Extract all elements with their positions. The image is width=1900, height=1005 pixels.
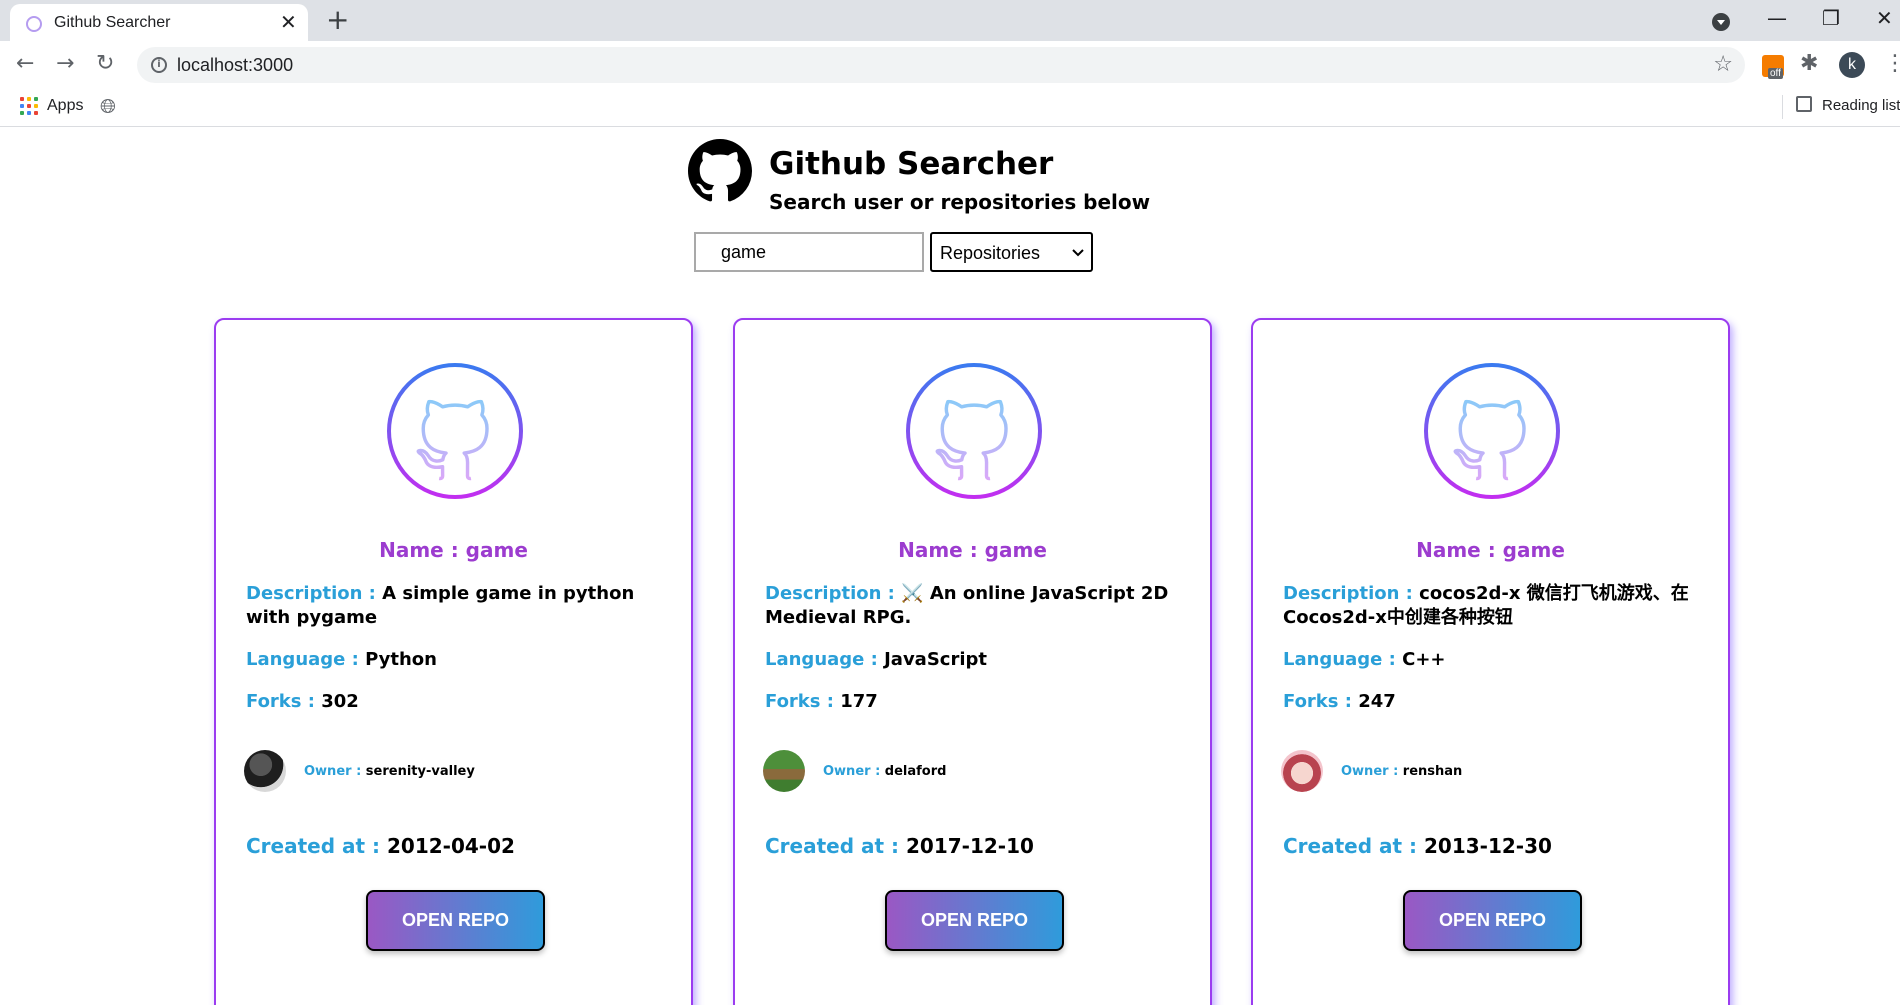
reload-icon[interactable]: ↻ [96,51,114,76]
browser-menu-icon[interactable]: ⋮ [1884,51,1900,76]
repo-forks: Forks : 247 [1283,691,1396,712]
search-type-value: Repositories [940,243,1041,263]
chevron-down-icon [1072,249,1084,257]
repo-owner: Owner : renshan [1341,764,1463,779]
repo-name: Name : game [379,538,528,562]
extensions-puzzle-icon[interactable]: ✱ [1800,51,1818,76]
repo-language: Language : C++ [1283,649,1446,670]
repo-description: Description : ⚔️ An online JavaScript 2D… [765,583,1169,628]
forward-icon[interactable]: → [56,51,74,76]
close-window-icon[interactable]: ✕ [1876,6,1893,30]
tab-title: Github Searcher [54,14,171,31]
repo-created: Created at : 2012-04-02 [246,834,515,858]
owner-avatar [763,750,805,792]
minimize-icon[interactable]: — [1767,6,1787,30]
repo-forks: Forks : 302 [246,691,359,712]
repo-card: Name : game Description : ⚔️ An online J… [733,318,1212,1005]
browser-toolbar: ← → ↻ i localhost:3000 ☆ off ✱ k ⋮ [0,41,1900,89]
extension-badge: off [1768,68,1783,79]
url-text[interactable]: localhost:3000 [177,55,293,76]
repo-card: Name : game Description : cocos2d-x 微信打飞… [1251,318,1730,1005]
page-title: Github Searcher [769,146,1054,182]
repo-created: Created at : 2013-12-30 [1283,834,1552,858]
repo-card: Name : game Description : A simple game … [214,318,693,1005]
search-input[interactable] [694,232,924,272]
bookmarks-bar: Apps 🌐︎ Reading list [0,89,1900,127]
open-repo-button[interactable]: OPEN REPO [1403,890,1582,951]
repo-description: Description : A simple game in python wi… [246,583,635,628]
repo-name: Name : game [898,538,1047,562]
tab-search-icon[interactable] [1712,13,1730,31]
github-logo-icon [688,139,752,202]
reading-list-icon[interactable] [1796,96,1812,112]
close-tab-icon[interactable]: ✕ [280,10,297,34]
repo-language: Language : Python [246,649,437,670]
repo-description: Description : cocos2d-x 微信打飞机游戏、在Cocos2d… [1283,583,1689,628]
bookmark-star-icon[interactable]: ☆ [1713,52,1733,77]
owner-avatar [1281,750,1323,792]
github-octocat-icon [1424,363,1560,499]
github-octocat-icon [387,363,523,499]
reading-list-button[interactable]: Reading list [1822,97,1900,114]
new-tab-icon[interactable]: + [326,4,349,36]
repo-created: Created at : 2017-12-10 [765,834,1034,858]
browser-tabbar: Github Searcher ✕ + — ❐ ✕ [0,0,1900,41]
tab-favicon-icon [26,16,42,32]
back-icon[interactable]: ← [16,51,34,76]
owner-avatar [244,750,286,792]
repo-owner: Owner : delaford [823,764,947,779]
restore-icon[interactable]: ❐ [1822,6,1840,30]
page-subtitle: Search user or repositories below [769,190,1151,214]
profile-avatar[interactable]: k [1839,52,1865,78]
open-repo-button[interactable]: OPEN REPO [366,890,545,951]
browser-tab[interactable]: Github Searcher ✕ [10,4,308,41]
apps-grid-icon[interactable] [20,97,38,115]
search-type-select[interactable]: Repositories [930,232,1093,272]
address-bar[interactable]: i localhost:3000 ☆ [137,47,1745,83]
repo-name: Name : game [1416,538,1565,562]
page-content: Github Searcher Search user or repositor… [0,128,1900,1005]
bookmarks-divider [1782,95,1783,119]
repo-forks: Forks : 177 [765,691,878,712]
repo-owner: Owner : serenity-valley [304,764,475,779]
globe-bookmark-icon[interactable]: 🌐︎ [100,94,116,118]
github-octocat-icon [906,363,1042,499]
site-info-icon[interactable]: i [151,57,167,73]
open-repo-button[interactable]: OPEN REPO [885,890,1064,951]
repo-language: Language : JavaScript [765,649,988,670]
apps-bookmark[interactable]: Apps [47,97,83,115]
